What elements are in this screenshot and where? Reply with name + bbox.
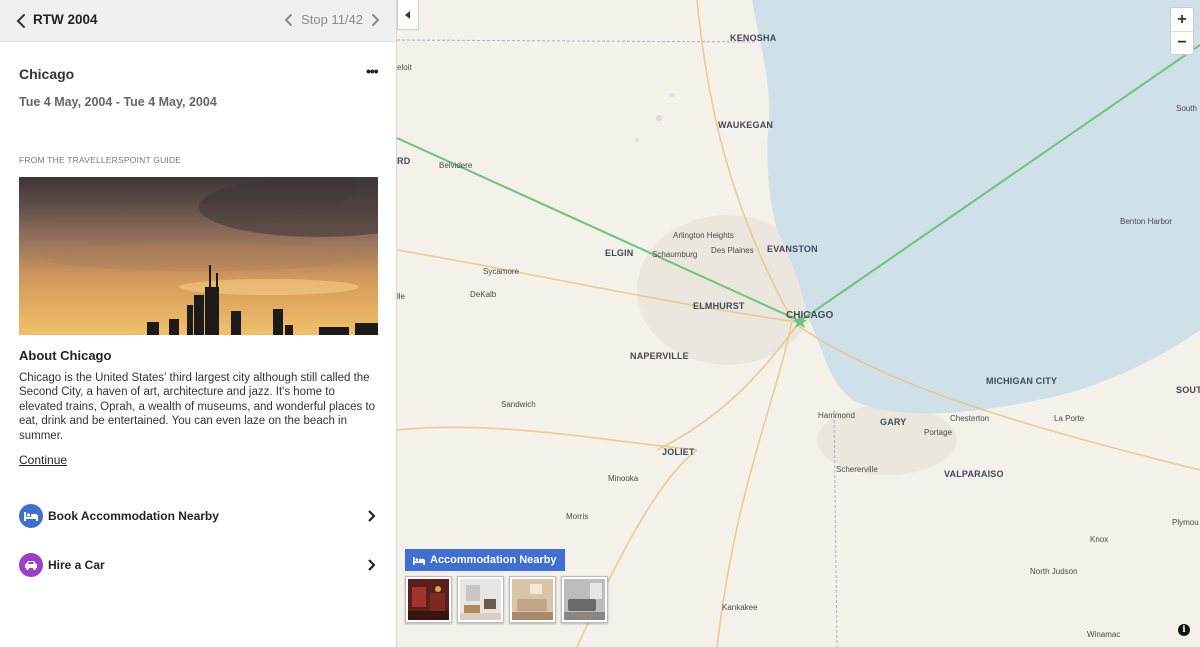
accommodation-nearby-button[interactable]: Accommodation Nearby — [405, 549, 565, 571]
map-label: Chesterton — [950, 414, 990, 423]
map-label: JOLIET — [662, 447, 695, 457]
map-label: DeKalb — [470, 290, 497, 299]
zoom-in-button[interactable]: + — [1171, 8, 1193, 31]
map-label: Des Plaines — [711, 246, 754, 255]
map-label: Schaumburg — [652, 250, 698, 259]
about-title: About Chicago — [19, 348, 112, 363]
next-stop-icon[interactable] — [370, 13, 380, 27]
continue-link[interactable]: Continue — [19, 453, 67, 467]
map-label: WAUKEGAN — [718, 120, 774, 130]
accommodation-nearby-label: Accommodation Nearby — [430, 554, 557, 566]
map-info-button[interactable]: i — [1178, 624, 1190, 636]
chicago-skyline-photo — [19, 177, 378, 335]
map-label: Winamac — [1087, 630, 1121, 639]
chevron-right-icon — [368, 559, 375, 571]
stop-dates: Tue 4 May, 2004 - Tue 4 May, 2004 — [19, 95, 217, 109]
map-label: Kankakee — [722, 603, 758, 612]
caret-left-icon — [405, 10, 410, 19]
accommodation-thumbnail[interactable] — [561, 576, 608, 623]
map-label: Portage — [924, 428, 953, 437]
map-label: EVANSTON — [767, 244, 818, 254]
car-icon — [19, 553, 43, 577]
map-label: ELGIN — [605, 248, 634, 258]
map-label: KENOSHA — [730, 33, 777, 43]
bed-icon — [413, 556, 425, 565]
map-label: Schererville — [836, 465, 878, 474]
map-label: Morris — [566, 512, 589, 521]
map-label: VALPARAISO — [944, 469, 1004, 479]
map-label: NAPERVILLE — [630, 351, 689, 361]
map-label: GARY — [880, 417, 907, 427]
map-label: lle — [397, 292, 406, 301]
previous-stop-icon[interactable] — [284, 13, 294, 27]
map-label: South — [1176, 104, 1197, 113]
map-label: eloit — [397, 63, 412, 72]
map-label: Plymou — [1172, 518, 1199, 527]
guide-source-label: FROM THE TRAVELLERSPOINT GUIDE — [19, 155, 182, 165]
sidebar-header: RTW 2004 Stop 11/42 — [0, 0, 396, 42]
hire-car-button[interactable]: Hire a Car — [19, 552, 377, 578]
bed-icon — [19, 504, 43, 528]
stop-counter: Stop 11/42 — [301, 12, 363, 27]
collapse-sidebar-button[interactable] — [397, 0, 419, 30]
about-text: Chicago is the United States' third larg… — [19, 372, 376, 442]
map-label-chicago: CHICAGO — [786, 310, 834, 321]
map-label: Sandwich — [501, 400, 536, 409]
map-label: SOUT — [1176, 385, 1200, 395]
map-label: Sycamore — [483, 267, 520, 276]
chevron-right-icon — [368, 510, 375, 522]
map-label: Hammond — [818, 411, 855, 420]
map-label: Benton Harbor — [1120, 217, 1173, 226]
accommodation-thumbnail[interactable] — [457, 576, 504, 623]
map-label: RD — [397, 156, 411, 166]
stop-navigator: Stop 11/42 — [284, 12, 380, 27]
map-view[interactable]: KENOSHA WAUKEGAN EVANSTON ELGIN ELMHURST… — [397, 0, 1200, 647]
map-label: ELMHURST — [693, 301, 745, 311]
map-label: Arlington Heights — [673, 231, 734, 240]
accommodation-thumbnail[interactable] — [509, 576, 556, 623]
book-accommodation-button[interactable]: Book Accommodation Nearby — [19, 503, 377, 529]
map-label: North Judson — [1030, 567, 1078, 576]
accommodation-thumbnail[interactable] — [405, 576, 452, 623]
back-chevron-icon[interactable] — [12, 11, 30, 31]
zoom-out-button[interactable]: − — [1171, 31, 1193, 54]
book-accommodation-label: Book Accommodation Nearby — [48, 509, 219, 523]
hire-car-label: Hire a Car — [48, 558, 105, 572]
map-label: Belvidere — [439, 161, 473, 170]
map-label: Knox — [1090, 535, 1109, 544]
stop-name: Chicago — [19, 66, 75, 82]
zoom-control: + − — [1170, 7, 1194, 55]
map-label: La Porte — [1054, 414, 1085, 423]
map-label: MICHIGAN CITY — [986, 376, 1058, 386]
stop-sidebar: RTW 2004 Stop 11/42 Chicago ••• Tue 4 Ma… — [0, 0, 397, 647]
more-options-button[interactable]: ••• — [366, 63, 379, 79]
trip-title: RTW 2004 — [33, 12, 98, 27]
map-label: Minooka — [608, 474, 639, 483]
